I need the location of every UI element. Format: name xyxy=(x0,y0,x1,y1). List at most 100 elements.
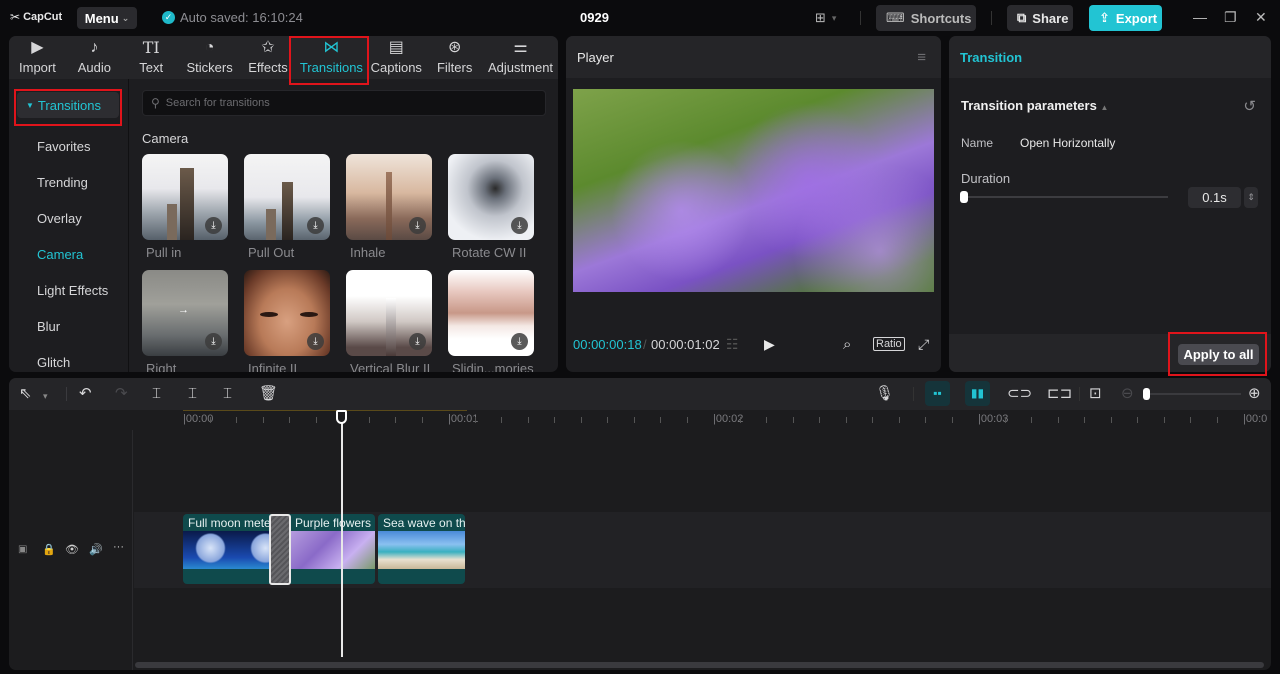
ratio-button[interactable]: Ratio xyxy=(873,337,905,351)
sidebar-header-transitions[interactable]: ▼ Transitions xyxy=(17,92,119,118)
download-icon[interactable]: ⤓ xyxy=(205,217,222,234)
total-time: 00:00:01:02 xyxy=(651,336,720,352)
transition-card-rotate-cw-ii[interactable]: ⤓ Rotate CW II xyxy=(448,154,534,260)
export-button[interactable]: ⇪ Export xyxy=(1089,5,1162,31)
sidebar-item-trending[interactable]: Trending xyxy=(37,175,88,190)
eye-icon[interactable]: 👁 xyxy=(65,543,79,556)
download-icon[interactable]: ⤓ xyxy=(205,333,222,350)
split-icon[interactable]: ⌶ xyxy=(152,385,161,402)
download-icon[interactable]: ⤓ xyxy=(409,333,426,350)
layout-button[interactable]: ⊞ ▾ xyxy=(815,10,836,26)
zoom-in-icon[interactable]: ⊕ xyxy=(1248,385,1261,402)
sidebar-item-favorites[interactable]: Favorites xyxy=(37,139,90,154)
tab-audio[interactable]: ♪ Audio xyxy=(66,36,123,79)
sidebar-item-overlay[interactable]: Overlay xyxy=(37,211,82,226)
transition-parameters-title[interactable]: Transition parameters ▲ xyxy=(961,98,1108,113)
zoom-out-icon[interactable]: ⊖ xyxy=(1121,385,1134,402)
reset-icon[interactable]: ↺ xyxy=(1243,97,1256,115)
ruler-tick xyxy=(1057,417,1059,423)
search-input[interactable]: ⚲ Search for transitions xyxy=(142,90,546,116)
sidebar-item-glitch[interactable]: Glitch xyxy=(37,355,70,370)
sidebar-item-camera[interactable]: Camera xyxy=(37,247,83,262)
main-track-magnet-icon[interactable]: ▪▪ xyxy=(925,381,950,406)
lock-icon[interactable]: 🔒 xyxy=(42,543,56,556)
undo-icon[interactable]: ↶ xyxy=(79,385,92,402)
duration-slider-handle[interactable] xyxy=(960,191,968,203)
tab-captions[interactable]: ▤ Captions xyxy=(366,36,426,79)
tab-stickers[interactable]: ◔ Stickers xyxy=(180,36,240,79)
timeline-ruler[interactable]: |00:00 |00:01 |00:02 |00:03 |00:0 xyxy=(9,410,1271,430)
download-icon[interactable]: ⤓ xyxy=(307,333,324,350)
auto-snapping-icon[interactable]: ▮▮ xyxy=(965,381,990,406)
apply-to-all-button[interactable]: Apply to all xyxy=(1178,344,1259,365)
menu-button[interactable]: Menu ⌄ xyxy=(77,7,137,29)
zoom-fit-icon[interactable]: ⌕ xyxy=(843,336,851,353)
ruler-tick xyxy=(580,417,582,423)
link-icon[interactable]: ⊂⊃ xyxy=(1007,385,1032,402)
transition-card-inhale[interactable]: ⤓ Inhale xyxy=(346,154,432,260)
ruler-label: |00:0 xyxy=(1243,413,1268,425)
video-preview[interactable] xyxy=(573,89,934,292)
play-icon[interactable]: ▶ xyxy=(764,336,775,353)
tab-effects[interactable]: ✩ Effects xyxy=(240,36,297,79)
tab-label: Transitions xyxy=(299,60,363,75)
tab-text[interactable]: TI Text xyxy=(123,36,180,79)
playhead-handle[interactable] xyxy=(336,410,347,424)
media-panel: ▶ Import ♪ Audio TI Text ◔ Stickers ✩ Effects… xyxy=(9,36,558,372)
project-title[interactable]: 0929 xyxy=(580,10,609,25)
transition-card-infinite-ii[interactable]: ⤓ Infinite II xyxy=(244,270,330,372)
ruler-tick xyxy=(315,417,317,423)
close-icon[interactable]: ✕ xyxy=(1255,9,1267,26)
timeline-zoom-handle[interactable] xyxy=(1143,388,1150,400)
share-button[interactable]: ⧉ Share xyxy=(1007,5,1073,31)
preview-axis-icon[interactable]: ⊏⊐ xyxy=(1047,385,1072,402)
playhead[interactable] xyxy=(341,412,343,657)
download-icon[interactable]: ⤓ xyxy=(511,217,528,234)
sidebar-item-blur[interactable]: Blur xyxy=(37,319,60,334)
redo-icon[interactable]: ↷ xyxy=(115,385,128,402)
ruler-tick xyxy=(925,417,926,423)
chevron-down-icon[interactable]: ▾ xyxy=(43,388,48,405)
timeline-clip-purple-flowers[interactable]: Purple flowers xyxy=(287,514,375,584)
microphone-icon[interactable]: 🎙 xyxy=(875,385,894,402)
title-bar: ✂ CapCut Menu ⌄ ✓ Auto saved: 16:10:24 0… xyxy=(0,0,1280,36)
download-icon[interactable]: ⤓ xyxy=(409,217,426,234)
download-icon[interactable]: ⤓ xyxy=(307,217,324,234)
shortcuts-button[interactable]: ⌨ Shortcuts xyxy=(876,5,976,31)
transition-marker[interactable] xyxy=(269,514,291,585)
ruler-tick xyxy=(739,417,741,423)
speaker-icon[interactable]: 🔊 xyxy=(89,543,103,556)
select-cursor-icon[interactable]: ⇖ xyxy=(19,385,32,402)
player-controls: 00:00:00:18 / 00:00:01:02 ☷ ▶ ⌕ Ratio ⤢ xyxy=(566,332,941,356)
timeline-zoom-slider[interactable] xyxy=(1144,393,1241,395)
more-icon[interactable]: ··· xyxy=(113,541,124,553)
zoom-to-fit-icon[interactable]: ⊡ xyxy=(1089,385,1102,402)
trim-right-icon[interactable]: ⌶ xyxy=(223,385,232,402)
fullscreen-icon[interactable]: ⤢ xyxy=(918,336,929,353)
tab-transitions[interactable]: ⋈ Transitions xyxy=(296,36,366,79)
timeline-scrollbar[interactable] xyxy=(135,662,1264,668)
duration-input[interactable]: 0.1s xyxy=(1188,187,1241,208)
download-icon[interactable]: ⤓ xyxy=(511,333,528,350)
tab-label: Import xyxy=(19,60,56,75)
transition-card-vertical-blur-ii[interactable]: ⤓ Vertical Blur II xyxy=(346,270,432,372)
transition-card-right[interactable]: → ⤓ Right xyxy=(142,270,228,372)
sidebar-item-light-effects[interactable]: Light Effects xyxy=(37,283,108,298)
duration-stepper[interactable]: ⇕ xyxy=(1244,187,1258,208)
timeline-clip-sea-wave[interactable]: Sea wave on the xyxy=(378,514,465,584)
tab-filters[interactable]: ⊛ Filters xyxy=(426,36,483,79)
tab-import[interactable]: ▶ Import xyxy=(9,36,66,79)
autosave-status: ✓ Auto saved: 16:10:24 xyxy=(162,10,303,25)
delete-icon[interactable]: 🗑 xyxy=(259,385,278,402)
minimize-icon[interactable]: — xyxy=(1193,9,1207,25)
tab-adjustment[interactable]: ⚌ Adjustment xyxy=(483,36,558,79)
transition-card-sliding-memories[interactable]: ⤓ Slidin...mories xyxy=(448,270,534,372)
menu-icon[interactable]: ≡ xyxy=(917,49,926,66)
trim-left-icon[interactable]: ⌶ xyxy=(188,385,197,402)
transition-card-pull-out[interactable]: ⤓ Pull Out xyxy=(244,154,330,260)
restore-icon[interactable]: ❐ xyxy=(1224,9,1237,26)
duration-slider[interactable] xyxy=(964,196,1168,198)
transition-card-pull-in[interactable]: ⤓ Pull in xyxy=(142,154,228,260)
keyboard-icon: ⌨ xyxy=(886,10,905,25)
ruler-tick xyxy=(1110,417,1112,423)
